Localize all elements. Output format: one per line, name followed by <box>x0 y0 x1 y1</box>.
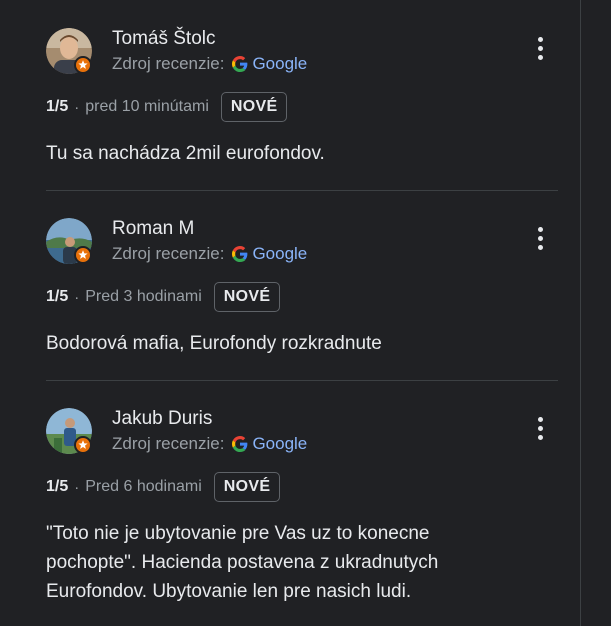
local-guide-star-icon <box>74 56 92 74</box>
separator: · <box>74 288 80 306</box>
source-label: Zdroj recenzie: <box>112 244 225 263</box>
new-badge: NOVÉ <box>220 92 288 122</box>
divider <box>46 380 558 381</box>
review-source: Zdroj recenzie: Google <box>112 434 307 454</box>
reviewer-name[interactable]: Roman M <box>112 218 194 240</box>
more-vert-icon <box>537 36 543 42</box>
source-label: Zdroj recenzie: <box>112 434 225 453</box>
more-vert-icon <box>537 226 543 232</box>
review-meta: 1/5 · pred 10 minútami NOVÉ <box>46 92 288 122</box>
review-time: Pred 6 hodinami <box>85 478 202 495</box>
review-source: Zdroj recenzie: Google <box>112 54 307 74</box>
separator: · <box>74 478 80 496</box>
more-options-button[interactable] <box>528 32 552 64</box>
local-guide-star-icon <box>74 246 92 264</box>
reviewer-name[interactable]: Tomáš Štolc <box>112 28 215 50</box>
reviewer-name[interactable]: Jakub Duris <box>112 408 212 430</box>
rating: 1/5 <box>46 288 69 305</box>
google-g-icon <box>232 246 248 262</box>
review-text: Tu sa nachádza 2mil eurofondov. <box>46 143 325 164</box>
google-g-icon <box>232 56 248 72</box>
new-badge: NOVÉ <box>213 282 281 312</box>
separator: · <box>74 98 80 116</box>
source-google-link[interactable]: Google <box>252 244 307 264</box>
avatar[interactable] <box>46 408 92 454</box>
more-options-button[interactable] <box>528 222 552 254</box>
review-text: "Toto nie je ubytovanie pre Vas uz to ko… <box>46 523 439 602</box>
more-vert-icon <box>537 416 543 422</box>
reviews-panel: Tomáš Štolc Zdroj recenzie: Google 1/5 ·… <box>0 0 581 626</box>
avatar[interactable] <box>46 218 92 264</box>
local-guide-star-icon <box>74 436 92 454</box>
google-g-icon <box>232 436 248 452</box>
review-text: Bodorová mafia, Eurofondy rozkradnute <box>46 333 382 354</box>
new-badge: NOVÉ <box>213 472 281 502</box>
review-meta: 1/5 · Pred 3 hodinami NOVÉ <box>46 282 281 312</box>
divider <box>46 190 558 191</box>
source-google-link[interactable]: Google <box>252 434 307 454</box>
review-meta: 1/5 · Pred 6 hodinami NOVÉ <box>46 472 281 502</box>
review-time: pred 10 minútami <box>85 98 209 115</box>
review-time: Pred 3 hodinami <box>85 288 202 305</box>
avatar[interactable] <box>46 28 92 74</box>
more-options-button[interactable] <box>528 412 552 444</box>
rating: 1/5 <box>46 98 69 115</box>
source-google-link[interactable]: Google <box>252 54 307 74</box>
review-source: Zdroj recenzie: Google <box>112 244 307 264</box>
source-label: Zdroj recenzie: <box>112 54 225 73</box>
rating: 1/5 <box>46 478 69 495</box>
